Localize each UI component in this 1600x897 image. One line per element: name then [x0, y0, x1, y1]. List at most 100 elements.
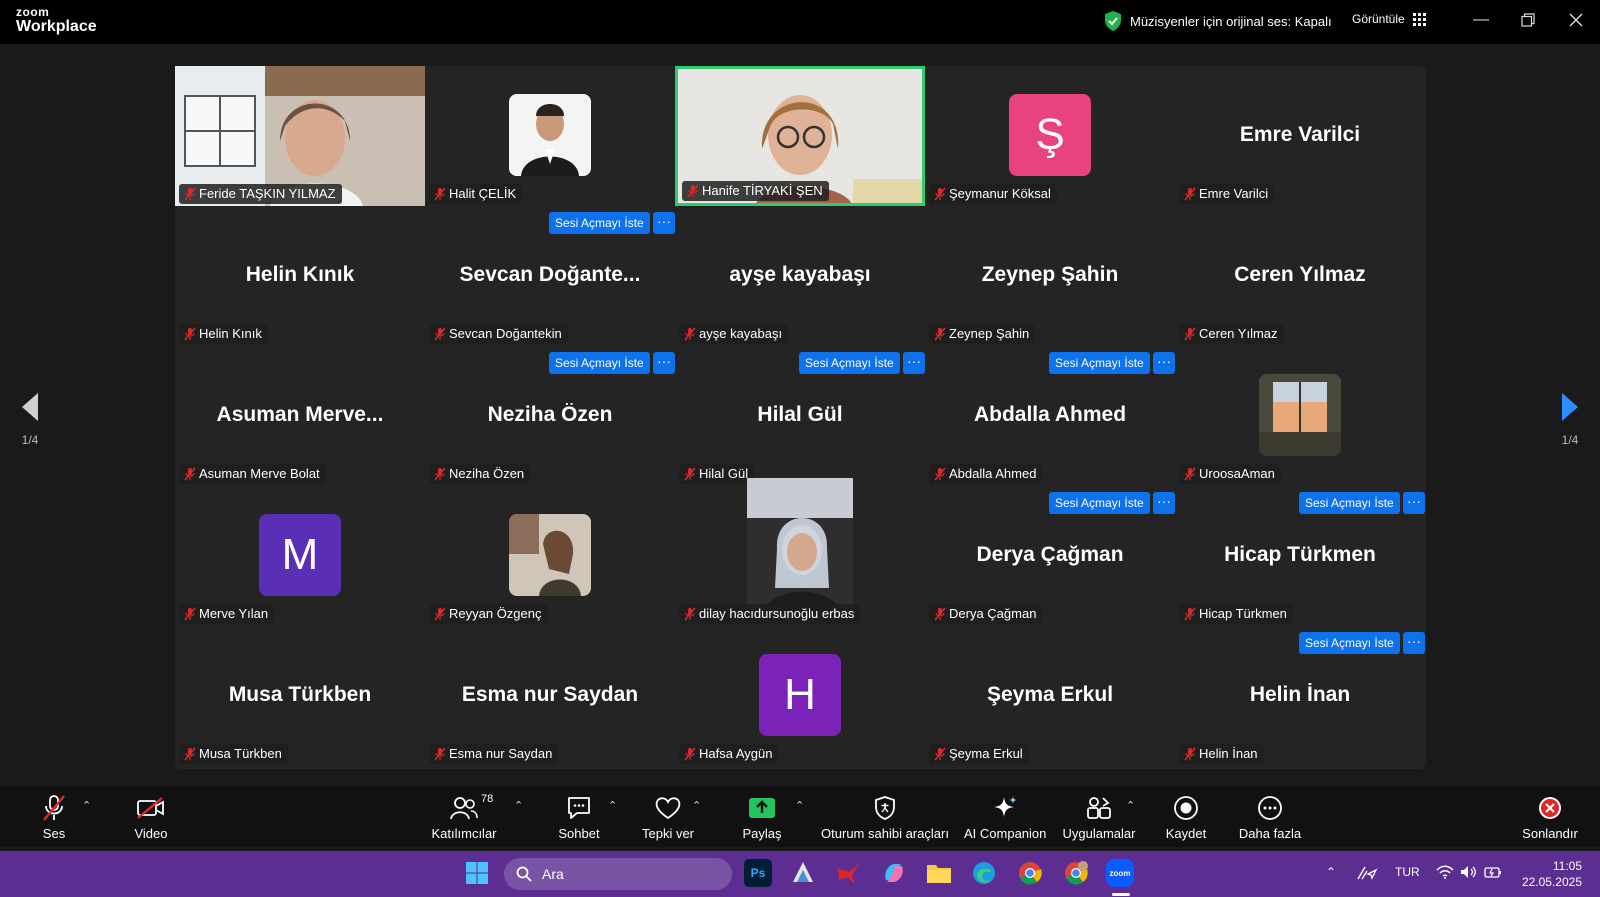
copilot-icon[interactable] [880, 859, 908, 887]
participant-tile[interactable]: Zeynep Şahin Zeynep Şahin [925, 206, 1175, 346]
chat-options-caret[interactable]: ⌃ [608, 799, 617, 812]
original-sound-status[interactable]: Müzisyenler için orijinal ses: Kapalı [1104, 11, 1332, 31]
participant-tile[interactable]: dilay hacıdursunoğlu erbas [675, 478, 925, 626]
participant-tile[interactable]: Helin Kınık Helin Kınık [175, 206, 425, 346]
share-options-caret[interactable]: ⌃ [795, 799, 804, 812]
view-button[interactable]: Görüntüle [1352, 12, 1426, 26]
participant-tile[interactable]: Feride TAŞKIN YILMAZ [175, 66, 425, 206]
share-button[interactable]: Paylaş [740, 793, 784, 841]
more-options-button[interactable]: ··· [1153, 492, 1175, 514]
request-unmute-button[interactable]: Sesi Açmayı İste [549, 212, 650, 234]
chrome-icon[interactable] [1016, 859, 1044, 887]
wifi-icon[interactable] [1436, 865, 1454, 882]
participant-photo [509, 94, 591, 176]
participant-tile[interactable]: Şeyma Erkul Şeyma Erkul [925, 626, 1175, 766]
tray-overflow-icon[interactable]: ⌃ [1326, 865, 1336, 879]
participant-tile[interactable]: Ceren Yılmaz Ceren Yılmaz [1175, 206, 1425, 346]
request-unmute-button[interactable]: Sesi Açmayı İste [1049, 492, 1150, 514]
participant-display-name: Helin İnan [1249, 683, 1351, 706]
host-tools-button[interactable]: Oturum sahibi araçları [820, 793, 950, 841]
participant-tile[interactable]: H Hafsa Aygün [675, 626, 925, 766]
previous-page-button[interactable]: 1/4 [12, 392, 48, 447]
request-unmute-button[interactable]: Sesi Açmayı İste [1299, 492, 1400, 514]
more-options-button[interactable]: ··· [653, 352, 675, 374]
more-options-button[interactable]: ··· [1153, 352, 1175, 374]
participant-tile[interactable]: ayşe kayabaşı ayşe kayabaşı [675, 206, 925, 346]
request-unmute-button[interactable]: Sesi Açmayı İste [1049, 352, 1150, 374]
edge-icon[interactable] [970, 859, 998, 887]
bird-app-icon[interactable] [834, 859, 862, 887]
muted-mic-icon [184, 327, 196, 341]
participant-display-name: Hilal Gül [757, 403, 843, 426]
calendar-icon[interactable] [789, 859, 817, 887]
participants-options-caret[interactable]: ⌃ [514, 799, 523, 812]
clock-date: 22.05.2025 [1521, 875, 1582, 889]
view-label: Görüntüle [1352, 12, 1405, 26]
close-icon[interactable] [1561, 8, 1591, 32]
request-unmute-button[interactable]: Sesi Açmayı İste [549, 352, 650, 374]
participant-tile[interactable]: Emre Varilci Emre Varilci [1175, 66, 1425, 206]
participant-tile[interactable]: Musa Türkben Musa Türkben [175, 626, 425, 766]
volume-icon[interactable] [1460, 865, 1478, 882]
participant-name-label: Zeynep Şahin [929, 324, 1036, 344]
more-options-button[interactable]: ··· [1403, 492, 1425, 514]
active-app-indicator [1112, 893, 1130, 896]
end-meeting-button[interactable]: Sonlandır [1520, 793, 1580, 841]
file-explorer-icon[interactable] [925, 859, 953, 887]
request-unmute-button[interactable]: Sesi Açmayı İste [799, 352, 900, 374]
participant-name-label: Hicap Türkmen [1179, 604, 1293, 624]
ai-companion-button[interactable]: AI Companion [964, 793, 1046, 841]
chrome-profile-icon[interactable] [1062, 859, 1090, 887]
more-options-button[interactable]: ··· [1403, 632, 1425, 654]
more-options-button[interactable]: ··· [903, 352, 925, 374]
audio-options-caret[interactable]: ⌃ [82, 799, 91, 812]
participant-tile[interactable]: Halit ÇELİK [425, 66, 675, 206]
participant-name-label: Derya Çağman [929, 604, 1043, 624]
participant-tile[interactable]: UroosaAman [1175, 346, 1425, 486]
reactions-options-caret[interactable]: ⌃ [692, 799, 701, 812]
record-icon [1174, 796, 1198, 820]
reactions-button[interactable]: Tepki ver [640, 793, 696, 841]
muted-mic-icon [434, 327, 446, 341]
grid-icon [1412, 12, 1426, 26]
taskbar-search[interactable]: Ara [504, 858, 732, 890]
muted-mic-icon [434, 747, 446, 761]
search-placeholder: Ara [542, 866, 564, 882]
next-page-button[interactable]: 1/4 [1552, 392, 1588, 447]
request-unmute-button[interactable]: Sesi Açmayı İste [1299, 632, 1400, 654]
participant-tile[interactable]: Ş Şeymanur Köksal [925, 66, 1175, 206]
participant-name-label: Reyyan Özgenç [429, 604, 548, 624]
more-button[interactable]: Daha fazla [1238, 793, 1302, 841]
end-icon [1539, 797, 1561, 819]
muted-mic-icon [934, 327, 946, 341]
muted-mic-icon [434, 187, 446, 201]
chat-button[interactable]: Sohbet [557, 793, 601, 841]
windows-start-icon[interactable] [463, 859, 491, 887]
participants-button[interactable]: 78 Katılımcılar [428, 793, 500, 841]
muted-mic-icon [184, 467, 196, 481]
participant-tile[interactable]: Esma nur Saydan Esma nur Saydan [425, 626, 675, 766]
minimize-icon[interactable]: — [1466, 8, 1496, 32]
participant-tile[interactable]: Asuman Merve... Asuman Merve Bolat [175, 346, 425, 486]
more-options-button[interactable]: ··· [653, 212, 675, 234]
participant-tile[interactable]: Reyyan Özgenç [425, 486, 675, 626]
language-indicator[interactable]: TUR [1395, 865, 1420, 879]
zoom-app-icon[interactable]: zoom [1106, 859, 1134, 887]
muted-mic-icon [684, 607, 696, 621]
apps-options-caret[interactable]: ⌃ [1126, 799, 1135, 812]
participant-tile[interactable]: M Merve Yılan [175, 486, 425, 626]
sparkle-icon [994, 796, 1017, 817]
battery-icon[interactable] [1484, 865, 1502, 882]
video-button[interactable]: Video [131, 793, 171, 841]
zoom-logo: zoom Workplace [16, 6, 97, 35]
taskbar-clock[interactable]: 11:05 22.05.2025 [1512, 858, 1582, 890]
active-speaker-tile[interactable]: Hanife TİRYAKİ ŞEN [675, 66, 925, 206]
muted-mic-icon [934, 187, 946, 201]
photoshop-icon[interactable]: Ps [744, 859, 772, 887]
participant-display-name: Derya Çağman [976, 543, 1124, 566]
record-button[interactable]: Kaydet [1162, 793, 1210, 841]
muted-mic-icon [934, 747, 946, 761]
meeting-toolbar: Ses ⌃ Video 78 Katılımcılar ⌃ Sohbet ⌃ T… [0, 787, 1600, 847]
audio-button[interactable]: Ses [34, 793, 74, 841]
restore-icon[interactable] [1513, 8, 1543, 32]
